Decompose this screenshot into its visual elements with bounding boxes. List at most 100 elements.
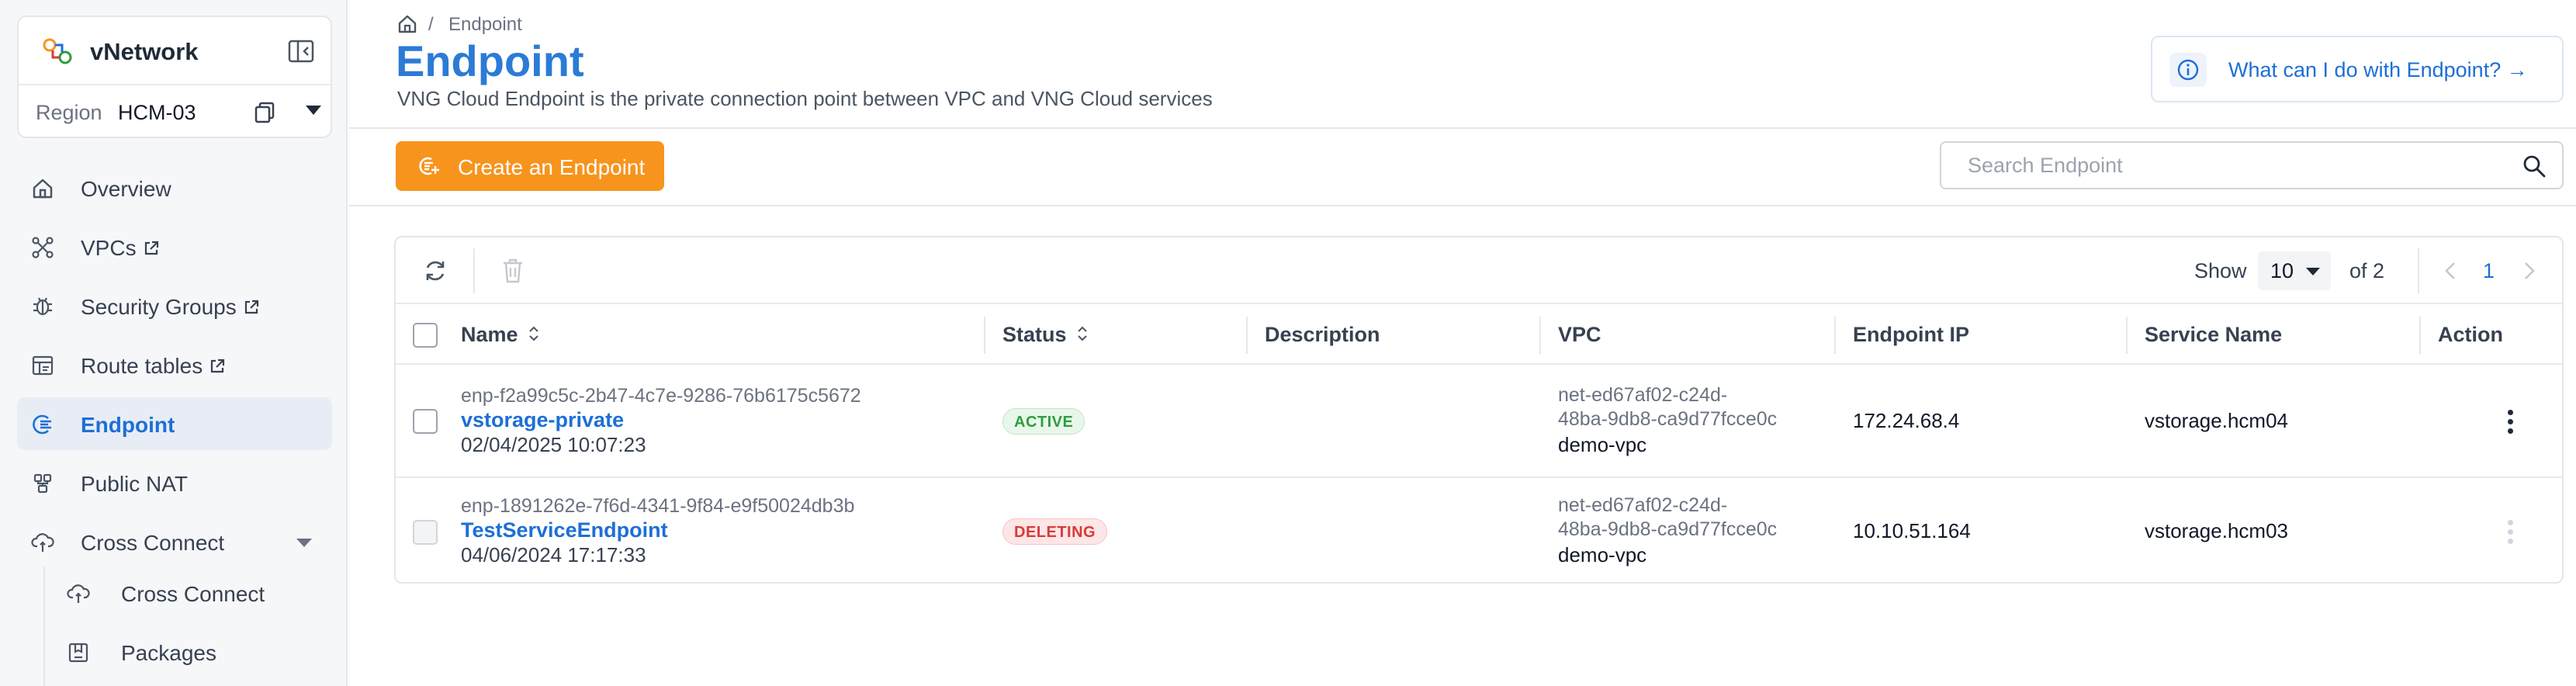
network-icon <box>32 237 54 258</box>
search-input[interactable] <box>1941 143 2500 188</box>
column-separator <box>984 317 985 354</box>
cloud-connect-icon <box>67 584 90 603</box>
column-separator <box>2419 317 2421 354</box>
sidebar-item-label: Endpoint <box>81 413 175 437</box>
chevron-right-icon[interactable] <box>2517 259 2540 282</box>
table-row[interactable]: enp-f2a99c5c-2b47-4c7e-9286-76b6175c5672… <box>396 366 2562 476</box>
endpoint-id: enp-1891262e-7f6d-4341-9f84-e9f50024db3b <box>461 495 855 517</box>
chevron-down-icon <box>2306 268 2320 275</box>
sidebar-item-label: Cross Connect <box>121 582 265 606</box>
breadcrumb-separator: / <box>428 14 434 35</box>
vpc-name: demo-vpc <box>1558 543 1647 566</box>
current-page[interactable]: 1 <box>2483 259 2495 283</box>
brand-name: vNetwork <box>90 38 199 65</box>
column-header-name[interactable]: Name <box>461 306 540 365</box>
column-header-action: Action <box>2438 323 2503 346</box>
table-row[interactable]: enp-1891262e-7f6d-4341-9f84-e9f50024db3b… <box>396 478 2562 582</box>
collapse-sidebar-icon[interactable] <box>287 37 315 65</box>
sidebar-subitem-packages[interactable]: Packages <box>45 625 332 678</box>
sidebar-item-endpoint[interactable]: Endpoint <box>17 397 332 450</box>
cloud-connect-icon <box>31 533 54 552</box>
status-badge: ACTIVE <box>1002 408 1085 435</box>
trash-icon[interactable] <box>501 258 525 284</box>
table-header: Name Status Description VPC Endpoint IP … <box>396 306 2562 365</box>
external-link-icon <box>144 241 158 255</box>
brand-card: vNetwork Region HCM-03 <box>17 16 332 138</box>
app-root: vNetwork Region HCM-03 Overview VPCs Sec… <box>0 0 2576 686</box>
create-endpoint-button[interactable]: Create an Endpoint <box>396 141 664 191</box>
sidebar-item-vpcs[interactable]: VPCs <box>17 220 332 273</box>
column-header-vpc: VPC <box>1558 323 1601 346</box>
vpc-id-line-1: net-ed67af02-c24d- <box>1558 384 1728 406</box>
help-link-text: What can I do with Endpoint? → <box>2228 58 2528 81</box>
service-name: vstorage.hcm03 <box>2145 519 2288 542</box>
shield-bug-icon <box>33 297 52 316</box>
column-separator <box>1539 317 1541 354</box>
pagination-divider <box>2418 248 2419 293</box>
service-name: vstorage.hcm04 <box>2145 409 2288 432</box>
region-selector[interactable]: Region HCM-03 <box>19 87 331 138</box>
main-content: / Endpoint Endpoint VNG Cloud Endpoint i… <box>349 0 2576 686</box>
vpc-id-line-1: net-ed67af02-c24d- <box>1558 494 1728 516</box>
status-badge: DELETING <box>1002 518 1108 545</box>
sidebar-item-overview[interactable]: Overview <box>17 161 332 214</box>
vpc-id-line-2: 48ba-9db8-ca9d77fcce0c <box>1558 518 1778 540</box>
sidebar-subitem-cross-connect[interactable]: Cross Connect <box>45 566 332 619</box>
sidebar-item-cross-connect[interactable]: Cross Connect <box>17 515 332 568</box>
page-title: Endpoint <box>396 36 584 85</box>
column-header-status[interactable]: Status <box>1002 306 1089 365</box>
column-header-service-name: Service Name <box>2145 323 2283 346</box>
actions-divider <box>349 205 2576 206</box>
endpoint-icon <box>33 414 51 435</box>
sidebar-item-route-tables[interactable]: Route tables <box>17 338 332 391</box>
breadcrumb-current: Endpoint <box>448 14 522 35</box>
row-checkbox[interactable] <box>413 520 438 545</box>
sidebar-item-label: Public NAT <box>81 472 188 496</box>
search-icon[interactable] <box>2522 154 2547 178</box>
refresh-icon[interactable] <box>422 258 448 284</box>
toolbar-divider <box>473 248 475 293</box>
endpoint-ip: 10.10.51.164 <box>1853 519 1971 542</box>
chevron-left-icon[interactable] <box>2439 259 2463 282</box>
sidebar-item-label: Overview <box>81 177 171 201</box>
brand-row: vNetwork <box>19 17 331 85</box>
region-value: HCM-03 <box>118 101 196 124</box>
endpoint-created-date: 04/06/2024 17:17:33 <box>461 543 646 566</box>
page-count-label: of 2 <box>2349 259 2385 282</box>
column-separator <box>1246 317 1248 354</box>
cross-connect-submenu: Cross Connect Packages <box>43 566 332 686</box>
endpoint-name-link[interactable]: TestServiceEndpoint <box>461 518 668 542</box>
sidebar-item-label: VPCs <box>81 236 137 260</box>
sidebar: vNetwork Region HCM-03 Overview VPCs Sec… <box>0 0 348 686</box>
endpoint-id: enp-f2a99c5c-2b47-4c7e-9286-76b6175c5672 <box>461 385 861 407</box>
sort-icon[interactable] <box>528 324 540 343</box>
create-endpoint-label: Create an Endpoint <box>458 155 646 179</box>
home-icon[interactable] <box>397 14 417 34</box>
page-size-select[interactable]: 10 <box>2258 251 2331 290</box>
show-label: Show <box>2194 259 2247 282</box>
region-dropdown-icon[interactable] <box>306 106 321 115</box>
nat-icon <box>33 473 52 494</box>
select-all-checkbox[interactable] <box>413 323 438 348</box>
page-description: VNG Cloud Endpoint is the private connec… <box>397 87 1213 110</box>
sidebar-item-label: Packages <box>121 641 216 665</box>
region-label: Region <box>36 101 102 124</box>
search-box <box>1940 141 2564 189</box>
more-actions-icon[interactable] <box>2503 518 2519 546</box>
copy-icon[interactable] <box>253 101 276 124</box>
header-divider <box>349 127 2576 129</box>
help-link[interactable]: What can I do with Endpoint? → <box>2151 36 2564 102</box>
column-separator <box>2126 317 2128 354</box>
sidebar-item-security-groups[interactable]: Security Groups <box>17 279 332 332</box>
sort-icon[interactable] <box>1076 324 1089 343</box>
column-separator <box>1834 317 1836 354</box>
table-icon <box>32 355 54 376</box>
package-icon <box>68 643 88 663</box>
sidebar-item-label: Security Groups <box>81 295 237 319</box>
sidebar-item-public-nat[interactable]: Public NAT <box>17 456 332 509</box>
row-checkbox[interactable] <box>413 409 438 434</box>
chevron-down-icon[interactable] <box>296 539 312 547</box>
endpoint-name-link[interactable]: vstorage-private <box>461 408 624 432</box>
external-link-icon <box>244 300 258 314</box>
more-actions-icon[interactable] <box>2503 408 2519 436</box>
